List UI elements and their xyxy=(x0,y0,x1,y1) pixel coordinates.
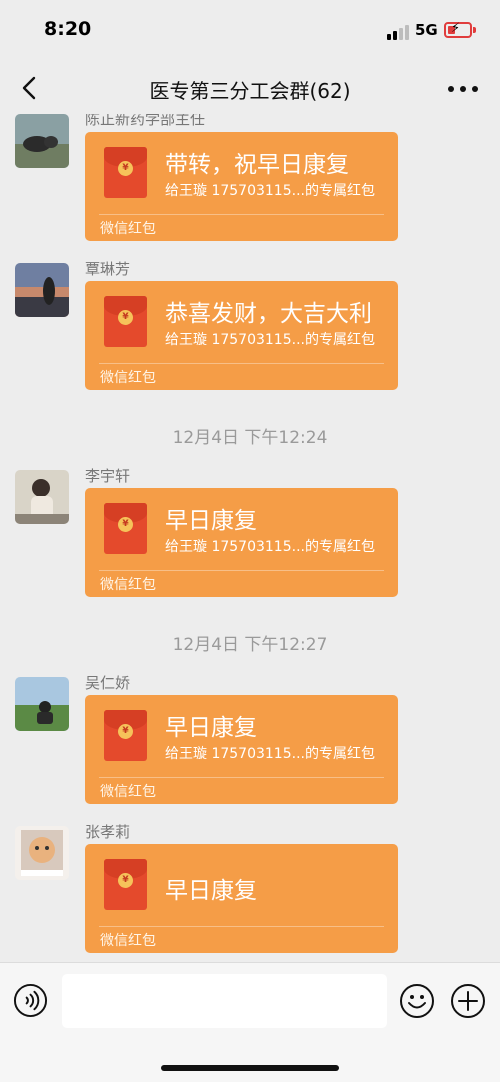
red-packet-card[interactable]: ¥ 早日康复 给王璇 175703115...的专属红包 微信红包 xyxy=(85,488,398,597)
status-time: 8:20 xyxy=(44,18,92,40)
sender-name: 李宇轩 xyxy=(85,467,131,485)
red-packet-card[interactable]: ¥ 早日康复 微信红包 xyxy=(85,844,398,953)
red-packet-title: 带转，祝早日康复 xyxy=(165,152,349,178)
avatar[interactable] xyxy=(15,826,69,880)
avatar[interactable] xyxy=(15,677,69,731)
red-packet-card[interactable]: ¥ 早日康复 给王璇 175703115...的专属红包 微信红包 xyxy=(85,695,398,804)
emoji-icon[interactable] xyxy=(399,983,435,1019)
red-packet-card[interactable]: ¥ 恭喜发财，大吉大利 给王璇 175703115...的专属红包 微信红包 xyxy=(85,281,398,390)
red-packet-icon: ¥ xyxy=(104,296,147,347)
red-packet-footer: 微信红包 xyxy=(100,933,156,949)
message-list[interactable]: 陈正新药学部主任 ¥ 带转，祝早日康复 给王璇 175703115...的专属红… xyxy=(0,114,500,962)
nav-bar: 医专第三分工会群(62) xyxy=(0,62,500,114)
divider xyxy=(99,214,384,215)
red-packet-subtitle: 给王璇 175703115...的专属红包 xyxy=(165,332,375,348)
red-packet-subtitle: 给王璇 175703115...的专属红包 xyxy=(165,183,375,199)
divider xyxy=(99,363,384,364)
sender-name: 张孝莉 xyxy=(85,823,131,841)
avatar[interactable] xyxy=(15,114,69,168)
voice-input-icon[interactable] xyxy=(13,983,48,1018)
red-packet-title: 早日康复 xyxy=(165,508,257,534)
red-packet-footer: 微信红包 xyxy=(100,370,156,386)
red-packet-footer: 微信红包 xyxy=(100,221,156,237)
red-packet-icon: ¥ xyxy=(104,503,147,554)
red-packet-title: 早日康复 xyxy=(165,878,257,904)
divider xyxy=(99,570,384,571)
sender-name: 吴仁娇 xyxy=(85,674,131,692)
red-packet-icon: ¥ xyxy=(104,710,147,761)
red-packet-subtitle: 给王璇 175703115...的专属红包 xyxy=(165,539,375,555)
sender-name: 覃琳芳 xyxy=(85,260,131,278)
red-packet-subtitle: 给王璇 175703115...的专属红包 xyxy=(165,746,375,762)
timestamp: 12月4日 下午12:24 xyxy=(172,428,328,448)
add-plus-icon[interactable] xyxy=(450,983,486,1019)
avatar[interactable] xyxy=(15,263,69,317)
red-packet-title: 恭喜发财，大吉大利 xyxy=(165,301,372,327)
red-packet-card[interactable]: ¥ 带转，祝早日康复 给王璇 175703115...的专属红包 微信红包 xyxy=(85,132,398,241)
signal-icon xyxy=(387,25,409,40)
red-packet-footer: 微信红包 xyxy=(100,577,156,593)
input-bar xyxy=(0,962,500,1082)
network-label: 5G xyxy=(415,21,438,39)
status-bar: 8:20 5G ⚡ xyxy=(0,0,500,62)
home-indicator xyxy=(161,1065,339,1071)
sender-name: 陈正新药学部主任 xyxy=(85,114,206,128)
chat-title: 医专第三分工会群(62) xyxy=(149,79,351,103)
divider xyxy=(99,777,384,778)
red-packet-icon: ¥ xyxy=(104,147,147,198)
timestamp: 12月4日 下午12:27 xyxy=(172,635,328,655)
message-input[interactable] xyxy=(62,974,387,1028)
red-packet-icon: ¥ xyxy=(104,859,147,910)
divider xyxy=(99,926,384,927)
red-packet-title: 早日康复 xyxy=(165,715,257,741)
more-options-icon[interactable] xyxy=(446,84,480,94)
battery-icon: ⚡ xyxy=(444,21,472,38)
avatar[interactable] xyxy=(15,470,69,524)
battery-cap xyxy=(473,27,476,33)
red-packet-footer: 微信红包 xyxy=(100,784,156,800)
